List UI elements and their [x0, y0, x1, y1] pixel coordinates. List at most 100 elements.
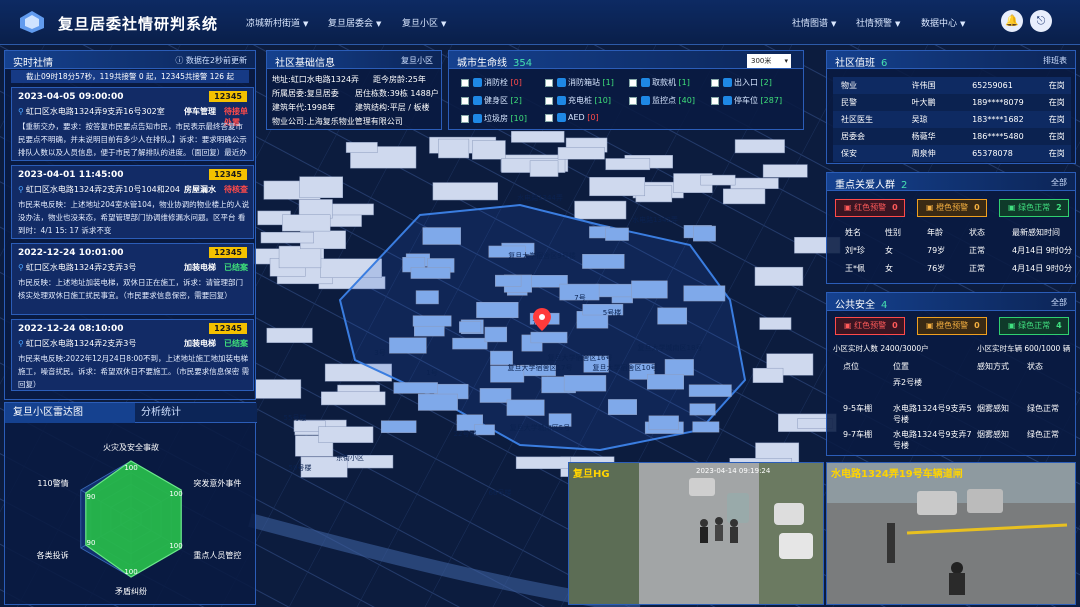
- care-all-link[interactable]: 全部: [1051, 177, 1067, 188]
- committee-value: 复旦居委: [306, 89, 339, 98]
- event-card[interactable]: 2023-04-05 09:00:00 12345 ⚲ 虹口区水电路1324弄9支弄1…: [11, 87, 254, 161]
- checkbox[interactable]: [545, 78, 553, 87]
- lifeline-title-text: 城市生命线: [457, 58, 507, 69]
- nav-data-center[interactable]: 数据中心 ▼: [921, 16, 965, 29]
- chevron-down-icon: ▾: [784, 57, 788, 65]
- lifeline-item[interactable]: 消防栓 [0]: [461, 77, 522, 88]
- alarm-icon: ▣: [926, 203, 937, 212]
- checkbox[interactable]: [545, 113, 553, 122]
- alarm-icon: ▣: [926, 321, 937, 330]
- map-label: 22号楼: [454, 429, 477, 438]
- map-building: [700, 174, 736, 186]
- lifeline-item-count: [10]: [510, 114, 527, 123]
- care-panel: 重点关爱人群 2 全部 ▣ 红色预警 0 ▣ 橙色预警 0 ▣ 绿色正常 2 姓名 性别 年龄…: [826, 172, 1076, 284]
- facility-icon: [557, 96, 566, 105]
- safety-red-alert[interactable]: ▣ 红色预警 0: [835, 317, 905, 335]
- map-building: [299, 176, 343, 199]
- nav-graph[interactable]: 社情图谱 ▼: [792, 16, 836, 29]
- safety-header: 公共安全 4 全部: [827, 293, 1075, 311]
- duty-panel: 社区值班 6 排班表 物业 许伟国 65259061 在岗 民警 叶大鹏 189****8079…: [826, 50, 1076, 164]
- lifeline-item[interactable]: 停车位 [287]: [711, 95, 782, 106]
- duty-title-text: 社区值班: [835, 58, 875, 69]
- event-card[interactable]: 2023-04-01 11:45:00 12345 ⚲ 虹口区水电路1324弄2支弄1…: [11, 165, 254, 239]
- map-building: [754, 266, 804, 286]
- lifeline-item[interactable]: AED [0]: [545, 113, 599, 122]
- company-row: 物业公司:上海复乐物业管理有限公司: [272, 116, 403, 127]
- checkbox[interactable]: [461, 96, 469, 105]
- lifeline-item[interactable]: 消防箱站 [1]: [545, 77, 614, 88]
- map-label: 55号楼: [284, 413, 307, 422]
- map-building: [759, 317, 792, 330]
- lifeline-item-label: 消防栓: [484, 78, 511, 87]
- building-count-label: 居住栋数:: [355, 89, 390, 98]
- community-building: [417, 393, 458, 411]
- checkbox[interactable]: [461, 78, 469, 87]
- map-label: 复旦大学宿舍区10号: [593, 363, 658, 372]
- nav-graph-label: 社情图谱: [792, 19, 829, 29]
- nav-committee[interactable]: 复旦居委会 ▼: [328, 16, 381, 29]
- event-address-text: 虹口区水电路1324弄2支弄3号: [25, 339, 137, 348]
- range-select[interactable]: 300米 ▾: [747, 54, 791, 68]
- community-building: [410, 267, 451, 279]
- camera-feed-1[interactable]: 复旦HG 2023-04-14 09:19:24: [568, 462, 824, 605]
- basic-info-panel: 社区基础信息 复旦小区 地址:虹口水电路1324弄 距今房龄:25年 所属居委:复…: [266, 50, 442, 130]
- lifeline-item[interactable]: 充电桩 [10]: [545, 95, 611, 106]
- radar-axis-label: 突发意外事件: [193, 478, 241, 488]
- lifeline-item-label: AED: [568, 113, 588, 122]
- lifeline-item[interactable]: 取款机 [1]: [629, 77, 690, 88]
- checkbox[interactable]: [711, 78, 719, 87]
- care-green-alert[interactable]: ▣ 绿色正常 2: [999, 199, 1069, 217]
- care-red-alert[interactable]: ▣ 红色预警 0: [835, 199, 905, 217]
- safety-orange-alert[interactable]: ▣ 橙色预警 0: [917, 317, 987, 335]
- duty-status: 在岗: [1048, 149, 1065, 158]
- lifeline-item-count: [0]: [587, 113, 599, 122]
- camera-feed-2[interactable]: 水电路1324弄19号车辆道闸: [826, 462, 1076, 605]
- tab-radar[interactable]: 复旦小区雷达图: [5, 403, 135, 423]
- facility-icon: [473, 114, 482, 123]
- lifeline-item-label: 停车位: [734, 96, 761, 105]
- safety-title-text: 公共安全: [835, 300, 875, 311]
- checkbox[interactable]: [711, 96, 719, 105]
- event-card[interactable]: 2022-12-24 08:10:00 12345 ⚲ 虹口区水电路1324弄2支弄3…: [11, 319, 254, 391]
- people-count: 小区实时人数 2400/3000户: [833, 344, 929, 353]
- care-count: 2: [901, 180, 908, 191]
- care-table-header: 姓名: [845, 228, 861, 237]
- community-building: [452, 337, 488, 350]
- event-card[interactable]: 2022-12-24 10:01:00 12345 ⚲ 虹口区水电路1324弄2支弄3…: [11, 243, 254, 315]
- tab-analysis[interactable]: 分析统计: [141, 403, 251, 423]
- camera-2-title: 水电路1324弄19号车辆道闸: [831, 469, 963, 480]
- nav-warning-label: 社情预警: [856, 19, 893, 29]
- schedule-link[interactable]: 排班表: [1043, 55, 1067, 66]
- radar-value-label: 100: [124, 568, 137, 576]
- safety-orange-count: 0: [974, 321, 980, 330]
- checkbox[interactable]: [629, 96, 637, 105]
- map-label: 59号楼: [289, 463, 312, 472]
- location-icon: ⚲: [18, 339, 24, 348]
- lifeline-item-label: 消防箱站: [568, 78, 603, 87]
- lifeline-item[interactable]: 出入口 [2]: [711, 77, 772, 88]
- checkbox[interactable]: [545, 96, 553, 105]
- care-orange-alert[interactable]: ▣ 橙色预警 0: [917, 199, 987, 217]
- duty-role: 民警: [841, 98, 857, 107]
- bell-icon[interactable]: 🔔: [1001, 10, 1023, 32]
- lifeline-item[interactable]: 健身区 [2]: [461, 95, 522, 106]
- safety-table-header: 位置: [893, 362, 909, 371]
- radar-panel: 复旦小区雷达图 分析统计 火灾及安全事故 100 突发意外事件 100 重点人员管控 10…: [4, 402, 257, 605]
- safety-green-alert[interactable]: ▣ 绿色正常 4: [999, 317, 1069, 335]
- community-building: [473, 424, 495, 436]
- lifeline-item[interactable]: 垃圾房 [10]: [461, 113, 527, 124]
- logout-icon[interactable]: ⎋: [1030, 10, 1052, 32]
- community-building: [631, 280, 668, 299]
- alarm-icon: ▣: [844, 203, 855, 212]
- checkbox[interactable]: [461, 114, 469, 123]
- checkbox[interactable]: [629, 78, 637, 87]
- map-building: [282, 214, 331, 232]
- community-building: [605, 227, 629, 241]
- community-building: [415, 290, 439, 305]
- nav-street[interactable]: 凉城新村街道 ▼: [246, 16, 308, 29]
- nav-community[interactable]: 复旦小区 ▼: [402, 16, 446, 29]
- lifeline-item[interactable]: 监控点 [40]: [629, 95, 695, 106]
- nav-warning[interactable]: 社情预警 ▼: [856, 16, 900, 29]
- safety-all-link[interactable]: 全部: [1051, 297, 1067, 308]
- alarm-icon: ▣: [1008, 321, 1019, 330]
